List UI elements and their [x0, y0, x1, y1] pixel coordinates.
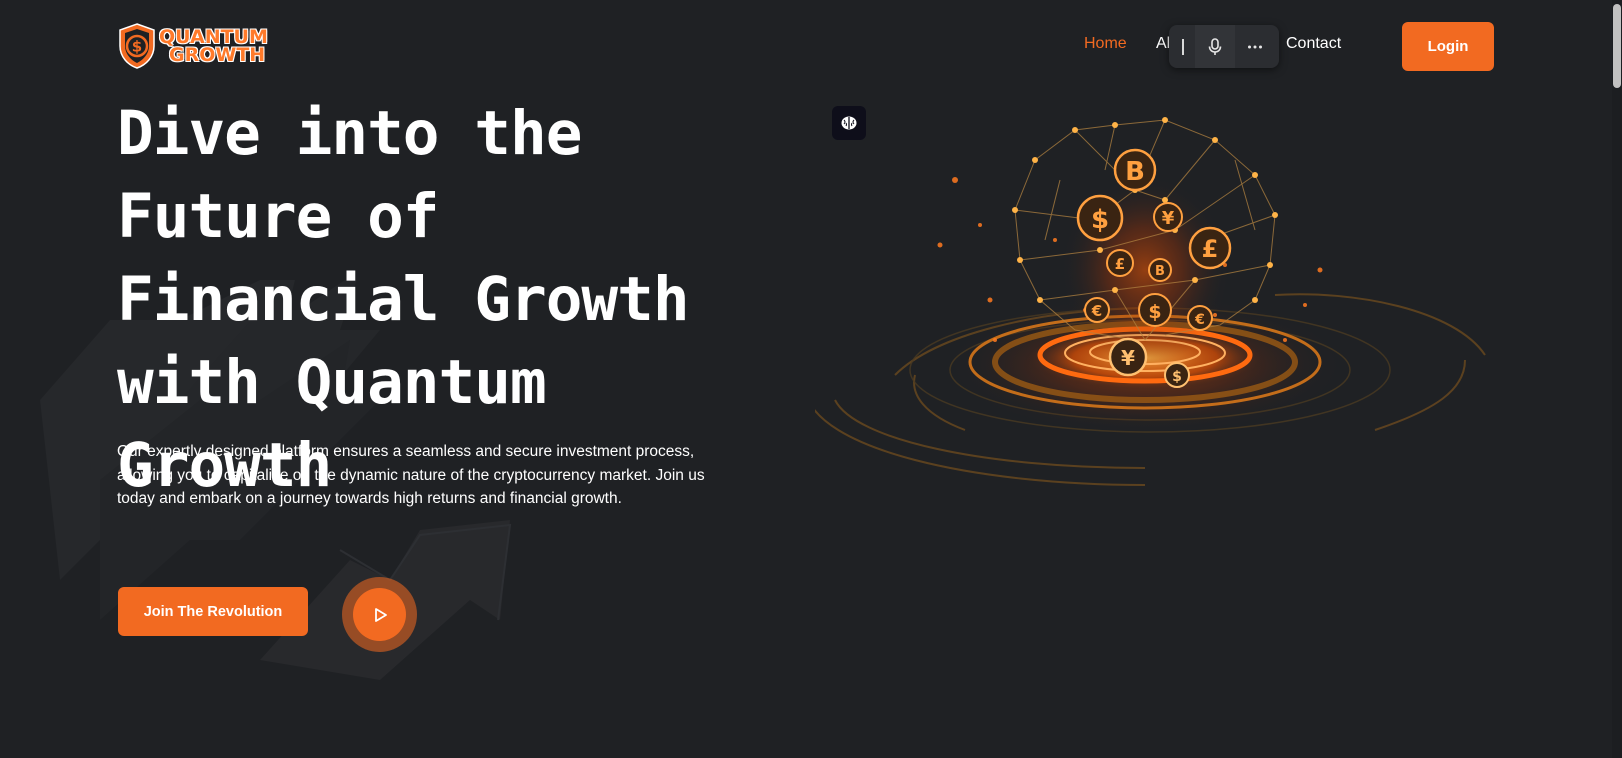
more-options-button[interactable]	[1235, 25, 1275, 68]
bitcoin-icon: B	[1113, 148, 1157, 192]
pound-icon: £	[1188, 226, 1232, 270]
join-revolution-button[interactable]: Join The Revolution	[118, 587, 308, 636]
scrollbar-thumb[interactable]	[1613, 4, 1621, 88]
text-cursor-icon	[1169, 25, 1195, 68]
microphone-button[interactable]	[1195, 25, 1235, 68]
login-button[interactable]: Login	[1402, 22, 1494, 71]
svg-text:$: $	[1172, 369, 1182, 385]
svg-text:B: B	[1125, 157, 1145, 187]
hero-description: Our expertly designed platform ensures a…	[117, 443, 705, 507]
svg-text:¥: ¥	[1121, 346, 1135, 370]
svg-text:$: $	[132, 38, 142, 56]
svg-text:£: £	[1202, 235, 1219, 263]
svg-text:$: $	[1091, 205, 1109, 235]
more-icon	[1248, 45, 1262, 48]
play-video-button[interactable]	[342, 577, 417, 652]
play-icon	[374, 607, 387, 622]
play-button-inner	[353, 588, 406, 641]
yen-icon: ¥	[1153, 202, 1183, 232]
euro-icon: €	[1084, 297, 1110, 323]
dollar-shield-icon: $	[119, 23, 155, 69]
crypto-globe-illustration: B $ ¥ £ £ B € $ € ¥ $	[815, 117, 1486, 486]
brand-name: QUANTUM GROWTH	[159, 28, 268, 66]
brand-logo[interactable]: $ QUANTUM GROWTH	[117, 22, 268, 70]
svg-text:B: B	[1155, 264, 1165, 279]
brand-name-line2: GROWTH	[169, 44, 266, 66]
svg-text:€: €	[1091, 302, 1102, 320]
nav-link-contact[interactable]: Contact	[1286, 35, 1341, 53]
site-header: $ QUANTUM GROWTH Home About Contact	[0, 0, 1612, 92]
svg-text:€: €	[1194, 312, 1205, 328]
nav-link-home[interactable]: Home	[1084, 35, 1127, 53]
page: $ QUANTUM GROWTH Home About Contact	[0, 0, 1612, 758]
svg-text:$: $	[1148, 301, 1161, 323]
page-scrollbar[interactable]	[1612, 0, 1622, 758]
svg-text:¥: ¥	[1162, 208, 1175, 229]
svg-text:£: £	[1115, 255, 1125, 273]
floating-voice-toolbar	[1169, 25, 1279, 68]
microphone-icon	[1208, 37, 1222, 55]
dollar-icon: $	[1076, 194, 1124, 242]
